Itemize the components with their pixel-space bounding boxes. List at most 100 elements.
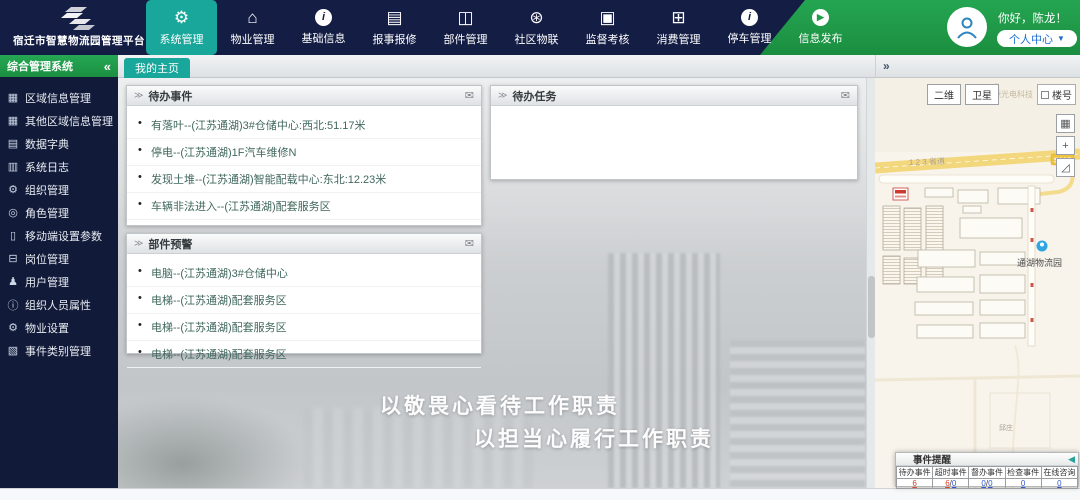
list-item[interactable]: 电梯--(江苏通湖)配套服务区 xyxy=(127,314,481,341)
list-item[interactable]: 有落叶--(江苏通湖)3#仓储中心:西北:51.17米 xyxy=(127,112,481,139)
panel-title: 待办任务 xyxy=(512,88,840,104)
app-title: 宿迁市智慧物流园管理平台 xyxy=(8,33,150,48)
mail-icon[interactable]: ✉ xyxy=(465,237,474,250)
sidebar-item-other-region-info[interactable]: ▦ 其他区域信息管理 xyxy=(0,109,118,132)
map-label-company: 源光电科技 xyxy=(993,89,1033,99)
expand-panel-icon[interactable]: » xyxy=(883,59,890,73)
double-arrow-icon: ≫ xyxy=(498,90,507,101)
browser-icon: ⊞ xyxy=(671,8,685,27)
nav-item-supervision-assessment[interactable]: ▣ 监督考核 xyxy=(572,0,643,55)
sidebar-item-organization[interactable]: ⚙ 组织管理 xyxy=(0,178,118,201)
online-count-link[interactable]: 0 xyxy=(1057,479,1061,488)
elevator-icon: ◫ xyxy=(457,8,473,27)
sidebar-item-property-settings[interactable]: ⚙ 物业设置 xyxy=(0,316,118,339)
panel-title: 部件预警 xyxy=(148,236,464,252)
todo-events-list: 有落叶--(江苏通湖)3#仓储中心:西北:51.17米 停电--(江苏通湖)1F… xyxy=(127,112,481,220)
panel-component-alerts: ≫ 部件预警 ✉ 电脑--(江苏通湖)3#仓储中心 电梯--(江苏通湖)配套服务… xyxy=(126,233,482,354)
pending-count-link[interactable]: 6 xyxy=(912,479,916,488)
map-panel[interactable]: 源光电科技 1 2 3 省道 S325 xyxy=(875,78,1080,488)
list-item[interactable]: 电脑--(江苏通湖)3#仓储中心 xyxy=(127,260,481,287)
map-panel-header: » xyxy=(875,55,1080,78)
panel-title: 待办事件 xyxy=(148,88,464,104)
column-header: 督办事件 xyxy=(969,467,1005,479)
event-reminder-title: 事件提醒 xyxy=(899,452,1068,466)
top-navbar: 宿迁市智慧物流园管理平台 ⚙ 系统管理 ⌂ 物业管理 i 基础信息 ▤ 报事报修… xyxy=(0,0,1080,55)
list-item[interactable]: 停电--(江苏通湖)1F汽车维修N xyxy=(127,139,481,166)
double-arrow-icon: ≫ xyxy=(134,90,143,101)
map-satellite-button[interactable]: 卫星 xyxy=(965,84,999,105)
sidebar-item-mobile-params[interactable]: ▯ 移动端设置参数 xyxy=(0,224,118,247)
column-header: 超时事件 xyxy=(933,467,969,479)
main-content: ≫ 待办事件 ✉ 有落叶--(江苏通湖)3#仓储中心:西北:51.17米 停电-… xyxy=(118,78,875,488)
monitor-icon: ▣ xyxy=(599,8,615,27)
panel-header: ≫ 待办任务 ✉ xyxy=(491,86,857,106)
list-item[interactable]: 电梯--(江苏通湖)配套服务区 xyxy=(127,287,481,314)
map-tool-stack: ▦ + ◿ xyxy=(1056,114,1075,177)
nav-item-parking-management[interactable]: i 停车管理 xyxy=(714,0,785,55)
building-number-checkbox[interactable]: 楼号 xyxy=(1037,84,1076,105)
sidebar-item-data-dictionary[interactable]: ▤ 数据字典 xyxy=(0,132,118,155)
event-reminder-table: 待办事件 超时事件 督办事件 检查事件 在线咨询 6 6/0 0/0 xyxy=(896,466,1078,489)
avatar[interactable] xyxy=(947,7,987,47)
nav-item-info-publish[interactable]: ▶ 信息发布 xyxy=(785,0,856,55)
vertical-scrollbar[interactable] xyxy=(866,78,875,488)
list-item[interactable]: 发现土堆--(江苏通湖)智能配载中心:东北:12.23米 xyxy=(127,166,481,193)
sidebar-item-org-person-attr[interactable]: ⓘ 组织人员属性 xyxy=(0,293,118,316)
checkbox-icon xyxy=(1041,91,1049,99)
list-item[interactable]: 电梯--(江苏通湖)配套服务区 xyxy=(127,341,481,368)
inspect-count-link[interactable]: 0 xyxy=(1021,479,1025,488)
gear-icon: ⚙ xyxy=(6,321,20,334)
sidebar-item-system-log[interactable]: ▥ 系统日志 xyxy=(0,155,118,178)
mail-icon[interactable]: ✉ xyxy=(841,89,850,102)
overtime-count-link[interactable]: 0 xyxy=(952,479,956,488)
sidebar-item-role[interactable]: ◎ 角色管理 xyxy=(0,201,118,224)
chevron-down-icon: ▼ xyxy=(1057,34,1065,43)
locate-tool-icon[interactable]: + xyxy=(1056,136,1075,155)
nav-item-property-management[interactable]: ⌂ 物业管理 xyxy=(217,0,288,55)
home-icon: ⌂ xyxy=(247,8,257,27)
collapse-sidebar-icon[interactable]: « xyxy=(104,59,111,74)
nav-item-component-management[interactable]: ◫ 部件管理 xyxy=(430,0,501,55)
column-header: 待办事件 xyxy=(897,467,933,479)
measure-tool-icon[interactable]: ◿ xyxy=(1056,158,1075,177)
briefcase-icon: ⊟ xyxy=(6,252,20,265)
sidebar-item-event-category[interactable]: ▧ 事件类别管理 xyxy=(0,339,118,362)
checkbox-label: 楼号 xyxy=(1052,87,1072,102)
sidebar-item-region-info[interactable]: ▦ 区域信息管理 xyxy=(0,86,118,109)
online-count-cell: 0 xyxy=(1041,479,1077,489)
collapse-left-icon[interactable]: ◀ xyxy=(1068,454,1075,465)
user-icon xyxy=(954,14,980,40)
book-icon: ▤ xyxy=(6,137,20,150)
iot-hub-icon: ⊛ xyxy=(529,8,543,27)
profile-center-button[interactable]: 个人中心 ▼ xyxy=(997,30,1077,47)
panel-header: ≫ 部件预警 ✉ xyxy=(127,234,481,254)
list-item[interactable]: 车辆非法进入--(江苏通湖)配套服务区 xyxy=(127,193,481,220)
inspect-count-cell: 0 xyxy=(1005,479,1041,489)
category-icon: ▧ xyxy=(6,344,20,357)
poi-marker[interactable] xyxy=(1037,241,1048,252)
supervise-count-cell: 0/0 xyxy=(969,479,1005,489)
panel-todo-tasks: ≫ 待办任务 ✉ xyxy=(490,85,858,180)
building-tool-icon[interactable]: ▦ xyxy=(1056,114,1075,133)
map-logo-marker xyxy=(893,188,908,200)
nav-item-basic-info[interactable]: i 基础信息 xyxy=(288,0,359,55)
main-nav: ⚙ 系统管理 ⌂ 物业管理 i 基础信息 ▤ 报事报修 ◫ 部件管理 ⊛ 社区物… xyxy=(146,0,856,55)
map-mode-buttons: 二维 卫星 xyxy=(927,84,999,105)
event-reminder-header: 事件提醒 ◀ xyxy=(896,453,1078,466)
mail-icon[interactable]: ✉ xyxy=(465,89,474,102)
scrollbar-thumb[interactable] xyxy=(868,276,875,338)
map-2d-button[interactable]: 二维 xyxy=(927,84,961,105)
report-icon: ▤ xyxy=(386,8,402,27)
nav-item-consumption-management[interactable]: ⊞ 消费管理 xyxy=(643,0,714,55)
nav-item-community-iot[interactable]: ⊛ 社区物联 xyxy=(501,0,572,55)
supervise-count-link[interactable]: 0 xyxy=(988,479,992,488)
nav-item-system-management[interactable]: ⚙ 系统管理 xyxy=(146,0,217,55)
role-icon: ◎ xyxy=(6,206,20,219)
sidebar-item-user[interactable]: ♟ 用户管理 xyxy=(0,270,118,293)
tab-my-home[interactable]: 我的主页 xyxy=(124,58,190,78)
slogan-line-1: 以敬畏心看待工作职责 xyxy=(380,390,620,420)
sidebar-item-position[interactable]: ⊟ 岗位管理 xyxy=(0,247,118,270)
site-plan-map: 源光电科技 1 2 3 省道 S325 xyxy=(875,78,1080,488)
map-label-village: 邱庄 xyxy=(999,423,1013,432)
nav-item-repair-report[interactable]: ▤ 报事报修 xyxy=(359,0,430,55)
